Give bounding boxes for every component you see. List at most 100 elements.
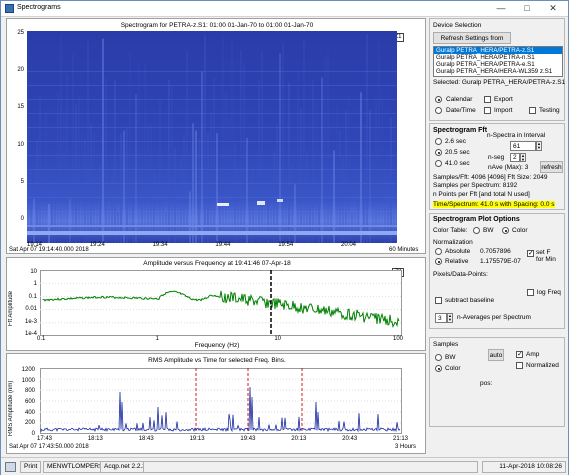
fft-2-6-radio[interactable] — [435, 138, 442, 145]
samples-auto-button[interactable]: auto — [488, 349, 504, 361]
amplitude-plot[interactable] — [40, 270, 402, 336]
spectrogram-streak — [279, 53, 281, 243]
samples-bw-radio[interactable] — [435, 354, 442, 361]
spectrogram-band — [27, 85, 397, 86]
color-radio[interactable] — [502, 227, 509, 234]
navg-spinner[interactable]: ▲ ▼ — [447, 313, 453, 323]
spectrogram-band — [27, 141, 397, 142]
spectrogram-band — [27, 99, 397, 100]
subtract-baseline-label: subtract baseline — [445, 297, 495, 304]
rms-y-tick: 1000 — [21, 377, 35, 384]
spectrogram-streak — [258, 79, 260, 243]
nspectra-spinner[interactable]: ▲ ▼ — [536, 141, 542, 151]
spectrogram-streak — [327, 53, 329, 243]
samples-fft-text: Samples/Fft: 4096 [4096] Fft Size: 2049 — [433, 174, 548, 181]
spectrogram-streak — [321, 77, 323, 243]
device-list-item[interactable]: Guralp PETRA_HERA/PETRA-e.S1 — [434, 61, 562, 68]
spectrogram-streak — [360, 92, 362, 243]
spectrogram-streak — [129, 51, 131, 243]
rms-y-tick: 400 — [24, 409, 35, 416]
spectrogram-streak — [234, 142, 236, 243]
spectrogram-streak — [171, 83, 173, 243]
calendar-radio[interactable] — [435, 96, 442, 103]
import-checkbox[interactable] — [484, 107, 491, 114]
spectrogram-band — [27, 183, 397, 184]
spectrogram-panel: Spectrogram for PETRA-z.S1: 01:00 01-Jan… — [6, 18, 426, 254]
rms-plot[interactable] — [40, 368, 402, 434]
log-freq-checkbox[interactable] — [527, 289, 534, 296]
bw-radio[interactable] — [473, 227, 480, 234]
amp-checkbox[interactable]: ✓ — [516, 351, 523, 358]
spectrogram-streak — [354, 212, 356, 243]
subtract-baseline-checkbox[interactable] — [435, 297, 442, 304]
navg-input[interactable]: 3 — [435, 313, 447, 323]
device-list[interactable]: Guralp PETRA_HERA/PETRA-z.S1 Guralp PETR… — [433, 46, 563, 77]
testing-label: Testing — [539, 107, 560, 114]
device-list-item[interactable]: Guralp PETRA_HERA/HERA-WL359 z.S1 — [434, 68, 562, 75]
spectrogram-streak — [246, 137, 248, 243]
spectrogram-streak — [297, 70, 299, 243]
spectrogram-streak — [45, 112, 47, 243]
spectrogram-streak — [357, 197, 359, 243]
spectrogram-streak — [210, 113, 212, 243]
spectrogram-image[interactable] — [27, 31, 397, 243]
spectrogram-streak — [186, 49, 188, 243]
normalized-checkbox[interactable] — [516, 362, 523, 369]
rms-x-tick: 17:43 — [37, 436, 53, 442]
relative-label: Relative — [445, 258, 469, 265]
spectrogram-streak — [57, 92, 59, 243]
nseg-spinner[interactable]: ▲ ▼ — [520, 153, 526, 162]
spectrogram-streak — [387, 202, 389, 243]
window-title: Spectrograms — [17, 4, 61, 11]
relative-value: 1.175579E-07 — [480, 258, 521, 265]
spectrogram-streak — [219, 203, 221, 243]
spectrogram-streak — [63, 114, 65, 243]
nave-label: nAve (Max): 3 — [488, 164, 529, 171]
printer-icon[interactable] — [5, 462, 16, 472]
datetime-field: 11-Apr-2018 10:08:26 — [482, 461, 566, 473]
spectrogram-streak — [135, 94, 137, 243]
fft-41-0-radio[interactable] — [435, 160, 442, 167]
nseg-input[interactable]: 2 — [510, 153, 520, 162]
device-list-item[interactable]: Guralp PETRA_HERA/PETRA-n.S1 — [434, 54, 562, 61]
selected-device-label: Selected: Guralp PETRA_HERA/PETRA-z.S1 — [433, 79, 566, 86]
spectrogram-y-tick: 25 — [17, 30, 24, 36]
spectrogram-streak — [141, 198, 143, 243]
datetime-radio[interactable] — [435, 107, 442, 114]
spectrogram-streak — [390, 117, 392, 243]
normalization-label: Normalization — [433, 239, 473, 246]
spectrogram-title: Spectrogram for PETRA-z.S1: 01:00 01-Jan… — [120, 22, 314, 29]
maximize-icon[interactable]: □ — [514, 1, 540, 16]
title-bar: Spectrograms — □ ✕ — [1, 1, 568, 17]
spectrogram-streak — [177, 198, 179, 243]
testing-checkbox[interactable] — [529, 107, 536, 114]
spectrogram-streak — [375, 99, 377, 243]
print-button[interactable]: Print — [20, 461, 42, 473]
minimize-icon[interactable]: — — [488, 1, 514, 16]
spectrogram-streak — [261, 50, 263, 243]
fft-20-5-label: 20.5 sec — [445, 149, 470, 156]
samples-color-radio[interactable] — [435, 365, 442, 372]
spectrogram-streak — [369, 110, 371, 243]
spectrogram-streak — [36, 139, 38, 243]
device-list-item[interactable]: Guralp PETRA_HERA/PETRA-z.S1 — [434, 47, 562, 54]
spectrogram-streak — [243, 63, 245, 243]
rms-x-tick: 20:43 — [342, 436, 358, 442]
status-bar: Print MENWTLOMPERSKI Acqp.net 2.2.21 11-… — [1, 457, 568, 475]
spectrogram-streak — [84, 138, 86, 243]
status-message — [143, 461, 478, 473]
rms-x-tick: 19:43 — [240, 436, 256, 442]
export-label: Export — [494, 96, 513, 103]
refresh-settings-button[interactable]: Refresh Settings from Main — [433, 32, 511, 53]
fft-20-5-radio[interactable] — [435, 149, 442, 156]
close-icon[interactable]: ✕ — [540, 1, 566, 16]
fft-refresh-button[interactable]: refresh — [540, 161, 563, 173]
absolute-radio[interactable] — [435, 248, 442, 255]
amplitude-frame — [40, 270, 402, 336]
export-checkbox[interactable] — [484, 96, 491, 103]
set-f-checkbox[interactable]: ✓ — [527, 250, 534, 257]
pixels-label: Pixels/Data-Points: — [433, 271, 488, 278]
nspectra-input[interactable]: 61 — [510, 141, 536, 151]
spectrogram-streak — [315, 103, 317, 243]
relative-radio[interactable] — [435, 258, 442, 265]
